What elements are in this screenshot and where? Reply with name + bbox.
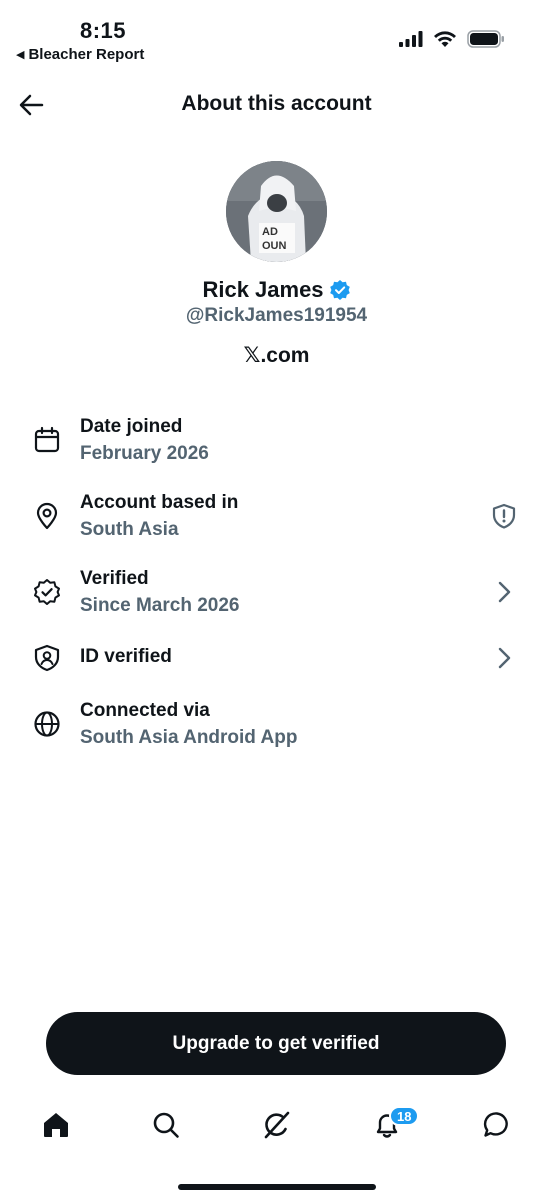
info-row-id-verified[interactable]: ID verified xyxy=(0,642,553,676)
home-icon[interactable] xyxy=(41,1110,71,1140)
about-account-screen: 8:15 ◀ Bleacher Report About this accoun… xyxy=(0,0,553,1200)
verified-badge-icon xyxy=(34,579,60,605)
row-title: Connected via xyxy=(80,700,210,721)
row-title: Verified xyxy=(80,568,149,589)
location-pin-icon xyxy=(36,502,58,530)
grok-icon[interactable] xyxy=(262,1110,292,1140)
page-title: About this account xyxy=(181,92,372,115)
info-row-verified[interactable]: Verified Since March 2026 xyxy=(0,566,553,620)
avatar-image: AD OUN xyxy=(226,161,327,262)
back-triangle-icon: ◀ xyxy=(16,49,25,61)
signal-icon xyxy=(399,31,423,47)
upgrade-button[interactable]: Upgrade to get verified xyxy=(46,1012,506,1075)
avatar[interactable]: AD OUN xyxy=(226,161,327,262)
svg-text:AD: AD xyxy=(262,226,278,238)
search-icon[interactable] xyxy=(151,1110,181,1140)
status-time: 8:15 xyxy=(80,18,127,43)
row-title: Account based in xyxy=(80,492,239,513)
calendar-icon xyxy=(34,426,60,453)
chevron-right-icon[interactable] xyxy=(491,579,517,605)
globe-icon xyxy=(34,711,60,737)
chevron-right-icon[interactable] xyxy=(491,645,517,671)
handle: @RickJames191954 xyxy=(185,305,368,326)
battery-icon xyxy=(467,30,504,48)
row-title: ID verified xyxy=(80,646,172,667)
messages-icon[interactable] xyxy=(482,1110,512,1140)
id-shield-icon xyxy=(34,644,60,672)
row-subtitle: Since March 2026 xyxy=(80,595,240,616)
info-row-connected-via: Connected via South Asia Android App xyxy=(0,698,553,752)
row-title: Date joined xyxy=(80,416,183,437)
row-subtitle: February 2026 xyxy=(80,443,209,464)
home-indicator[interactable] xyxy=(178,1184,376,1190)
info-row-account-based-in: Account based in South Asia xyxy=(0,490,553,544)
notifications-badge: 18 xyxy=(389,1106,420,1126)
row-subtitle: South Asia xyxy=(80,519,179,540)
name-row: Rick James xyxy=(0,277,553,303)
info-row-date-joined: Date joined February 2026 xyxy=(0,414,553,468)
shield-alert-icon[interactable] xyxy=(491,503,517,529)
svg-text:OUN: OUN xyxy=(262,240,287,252)
wifi-icon xyxy=(434,31,456,47)
back-app-label: Bleacher Report xyxy=(28,46,145,63)
row-subtitle: South Asia Android App xyxy=(80,727,298,748)
display-name: Rick James xyxy=(202,277,324,302)
back-to-app-link[interactable]: ◀ Bleacher Report xyxy=(16,46,144,63)
status-icons xyxy=(399,30,505,48)
site-label: 𝕏.com xyxy=(243,344,310,367)
verified-check-icon xyxy=(329,280,350,300)
